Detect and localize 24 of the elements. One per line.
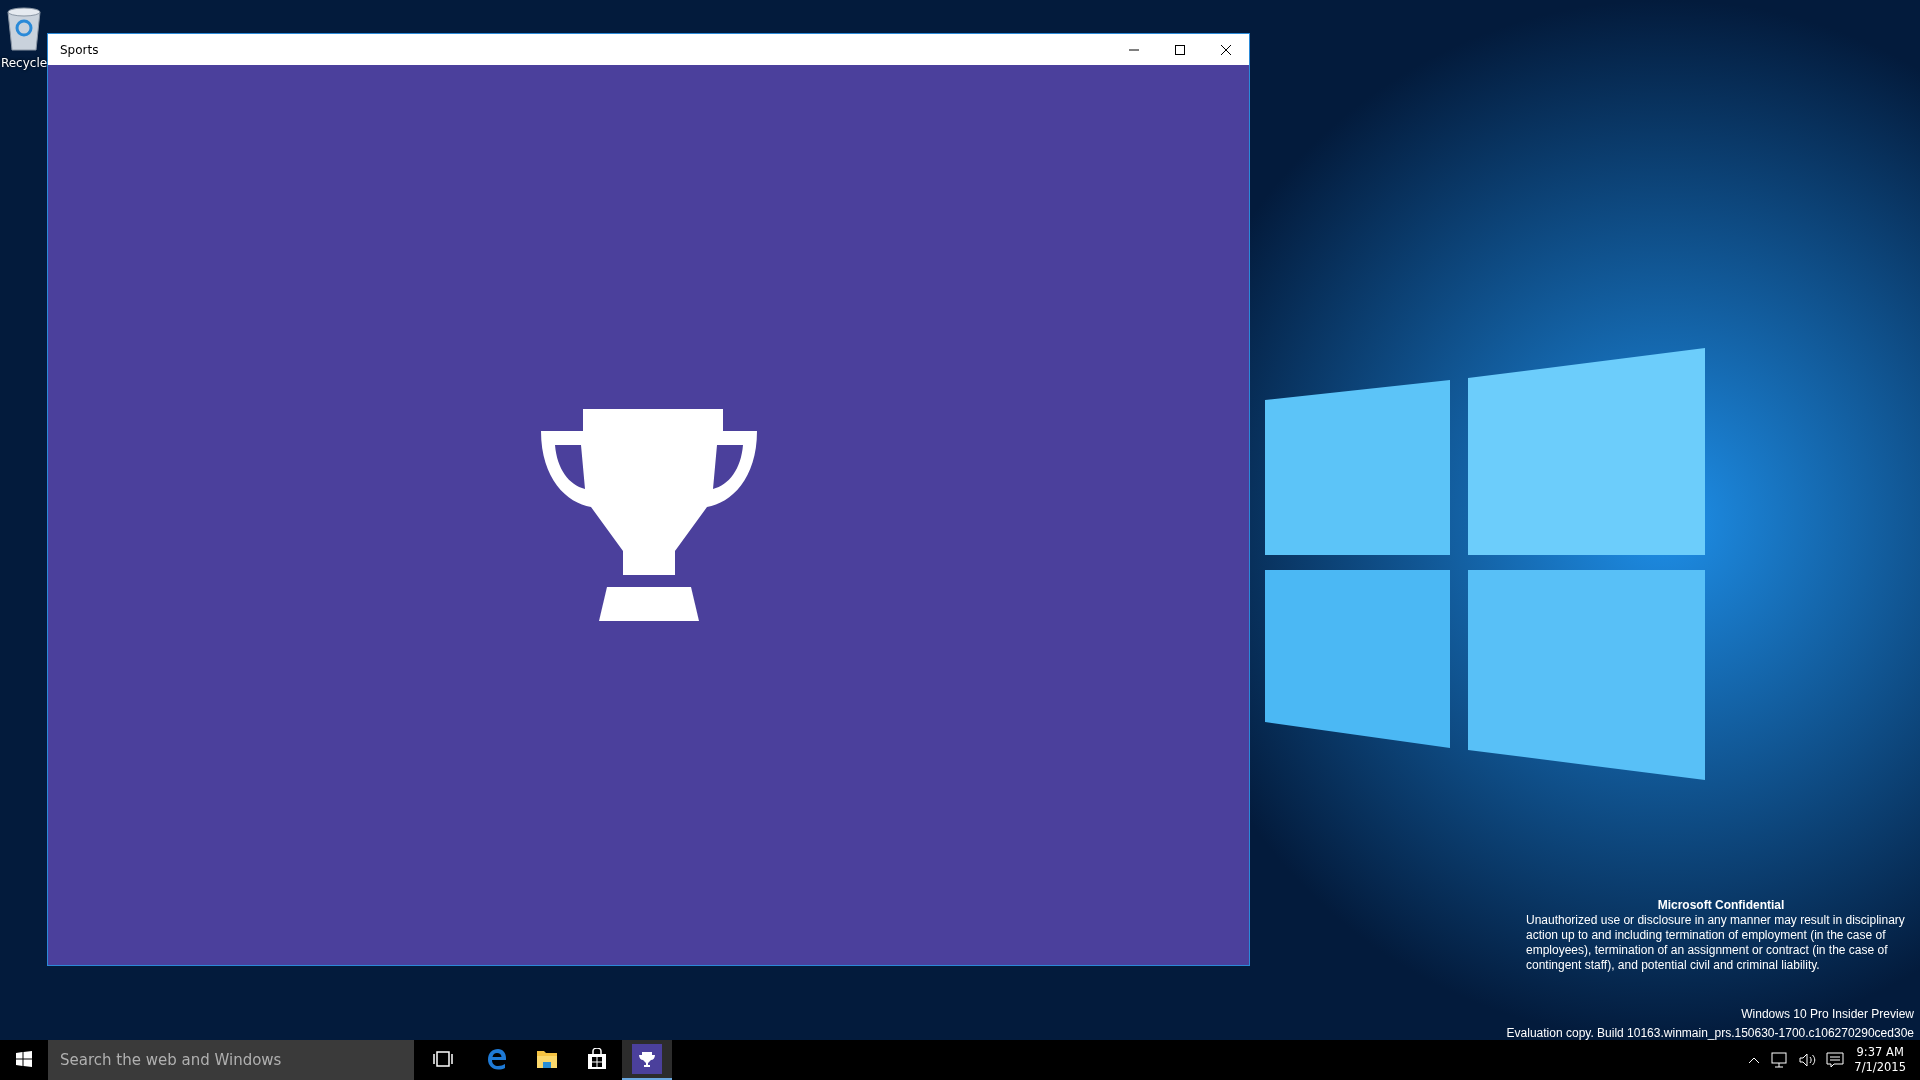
maximize-icon: [1175, 44, 1185, 55]
build-text: Evaluation copy. Build 10163.winmain_prs.150630-1700.c106270290ced30e: [1506, 1025, 1914, 1042]
volume-icon[interactable]: [1798, 1052, 1817, 1068]
network-icon[interactable]: [1770, 1052, 1789, 1068]
window-title: Sports: [59, 42, 100, 57]
clock-time[interactable]: 9:37 AM: [1856, 1045, 1904, 1060]
desktop-icon-label: Recycle: [0, 56, 48, 70]
folder-icon: [536, 1049, 558, 1069]
notice-heading: Microsoft Confidential: [1656, 898, 1786, 913]
close-icon: [1221, 44, 1231, 55]
shopping-bag-icon: [587, 1048, 607, 1070]
browser-icon: [486, 1048, 508, 1070]
windows-logo-icon: [16, 1051, 32, 1067]
edition-text: Windows 10 Pro Insider Preview: [1741, 1006, 1914, 1023]
taskbar-button[interactable]: [622, 1040, 672, 1080]
clock-date[interactable]: 7/1/2015: [1854, 1060, 1906, 1075]
trophy-icon: [540, 409, 757, 621]
trophy-icon: [632, 1044, 662, 1074]
notice-text: Unauthorized use or disclosure in any manner may result in disciplinary action up to and including termination of employment (in the case of employees), termination of an assignment or contract (in the case of contingent staff), and potential civil and criminal liability.: [1526, 913, 1906, 973]
notification-icon[interactable]: [1826, 1052, 1845, 1068]
chevron-up-icon[interactable]: [1748, 1056, 1761, 1064]
task-view-icon: [433, 1051, 453, 1067]
search-field[interactable]: Search the web and Windows: [48, 1040, 414, 1080]
recycle-bin-icon[interactable]: [4, 6, 44, 52]
